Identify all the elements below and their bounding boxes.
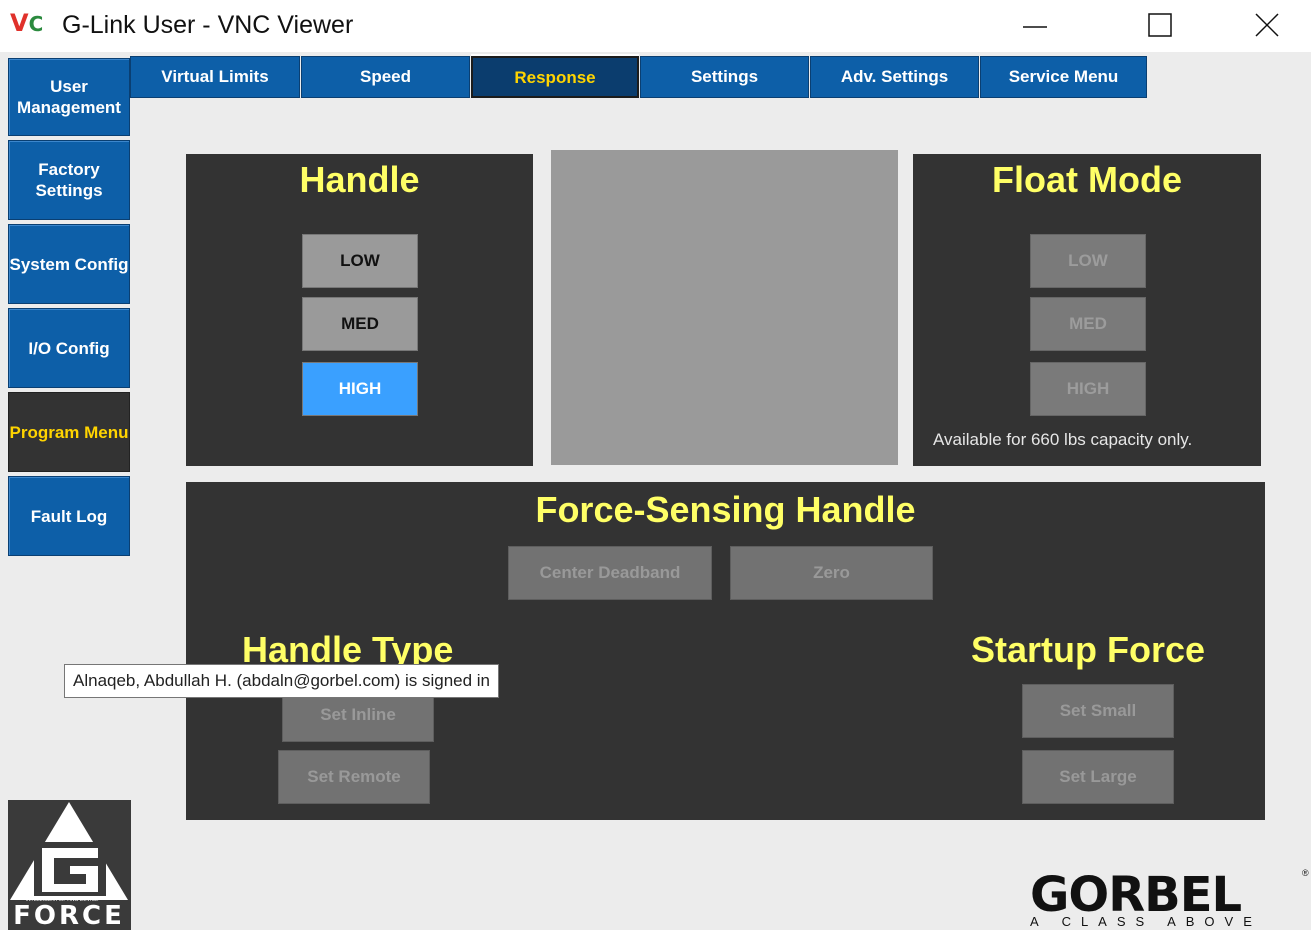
force-sensing-panel: Force-Sensing Handle Center Deadband Zer… [186,482,1265,820]
sidebar-item-program-menu[interactable]: Program Menu [8,392,130,472]
handle-panel: Handle LOW MED HIGH [186,154,533,466]
gorbel-registered-mark: ® [1302,868,1309,878]
handle-med-button[interactable]: MED [302,297,418,351]
maximize-button[interactable] [1135,0,1185,50]
window-title: G-Link User - VNC Viewer [62,11,354,39]
signed-in-tooltip: Alnaqeb, Abdullah H. (abdaln@gorbel.com)… [64,664,500,698]
vnc-logo-c: C [28,12,44,36]
gorbel-logo: GORBEL [1030,867,1242,923]
handle-low-button[interactable]: LOW [302,234,418,288]
tab-response[interactable]: Response [471,56,639,98]
sidebar-item-fault-log[interactable]: Fault Log [8,476,130,556]
minimize-icon [1023,26,1047,28]
tab-service-menu[interactable]: Service Menu [980,56,1147,98]
sidebar-item-system-config[interactable]: System Config [8,224,130,304]
force-sensing-title: Force-Sensing Handle [535,489,916,530]
handle-title: Handle [299,159,420,200]
float-high-button[interactable]: HIGH [1030,362,1146,416]
maximize-icon [1148,13,1172,37]
vnc-viewer-logo-icon: VC [10,8,43,39]
image-placeholder [551,150,898,465]
gorbel-tagline: A CLASS ABOVE [1030,914,1262,929]
gforce-wordmark: FORCE [13,901,125,931]
close-icon [1255,13,1279,37]
float-low-button[interactable]: LOW [1030,234,1146,288]
tab-adv-settings[interactable]: Adv. Settings [810,56,979,98]
tab-virtual-limits[interactable]: Virtual Limits [130,56,300,98]
close-button[interactable] [1242,0,1292,50]
set-large-button[interactable]: Set Large [1022,750,1174,804]
float-mode-title: Float Mode [992,159,1182,200]
startup-force-title: Startup Force [971,629,1206,670]
sidebar-item-io-config[interactable]: I/O Config [8,308,130,388]
zero-button[interactable]: Zero [730,546,933,600]
window-titlebar: VC G-Link User - VNC Viewer [0,0,1311,50]
tab-settings[interactable]: Settings [640,56,809,98]
sidebar-item-factory-settings[interactable]: Factory Settings [8,140,130,220]
handle-high-button[interactable]: HIGH [302,362,418,416]
sidebar-item-user-management[interactable]: User Management [8,58,130,136]
set-small-button[interactable]: Set Small [1022,684,1174,738]
set-remote-button[interactable]: Set Remote [278,750,430,804]
float-mode-note: Available for 660 lbs capacity only. [933,430,1193,449]
vnc-logo-v: V [10,9,29,37]
minimize-button[interactable] [1010,0,1060,50]
tab-speed[interactable]: Speed [301,56,470,98]
remote-app-area: Virtual Limits Speed Response Settings A… [0,52,1311,930]
center-deadband-button[interactable]: Center Deadband [508,546,712,600]
float-med-button[interactable]: MED [1030,297,1146,351]
float-mode-panel: Float Mode LOW MED HIGH Available for 66… [913,154,1261,466]
